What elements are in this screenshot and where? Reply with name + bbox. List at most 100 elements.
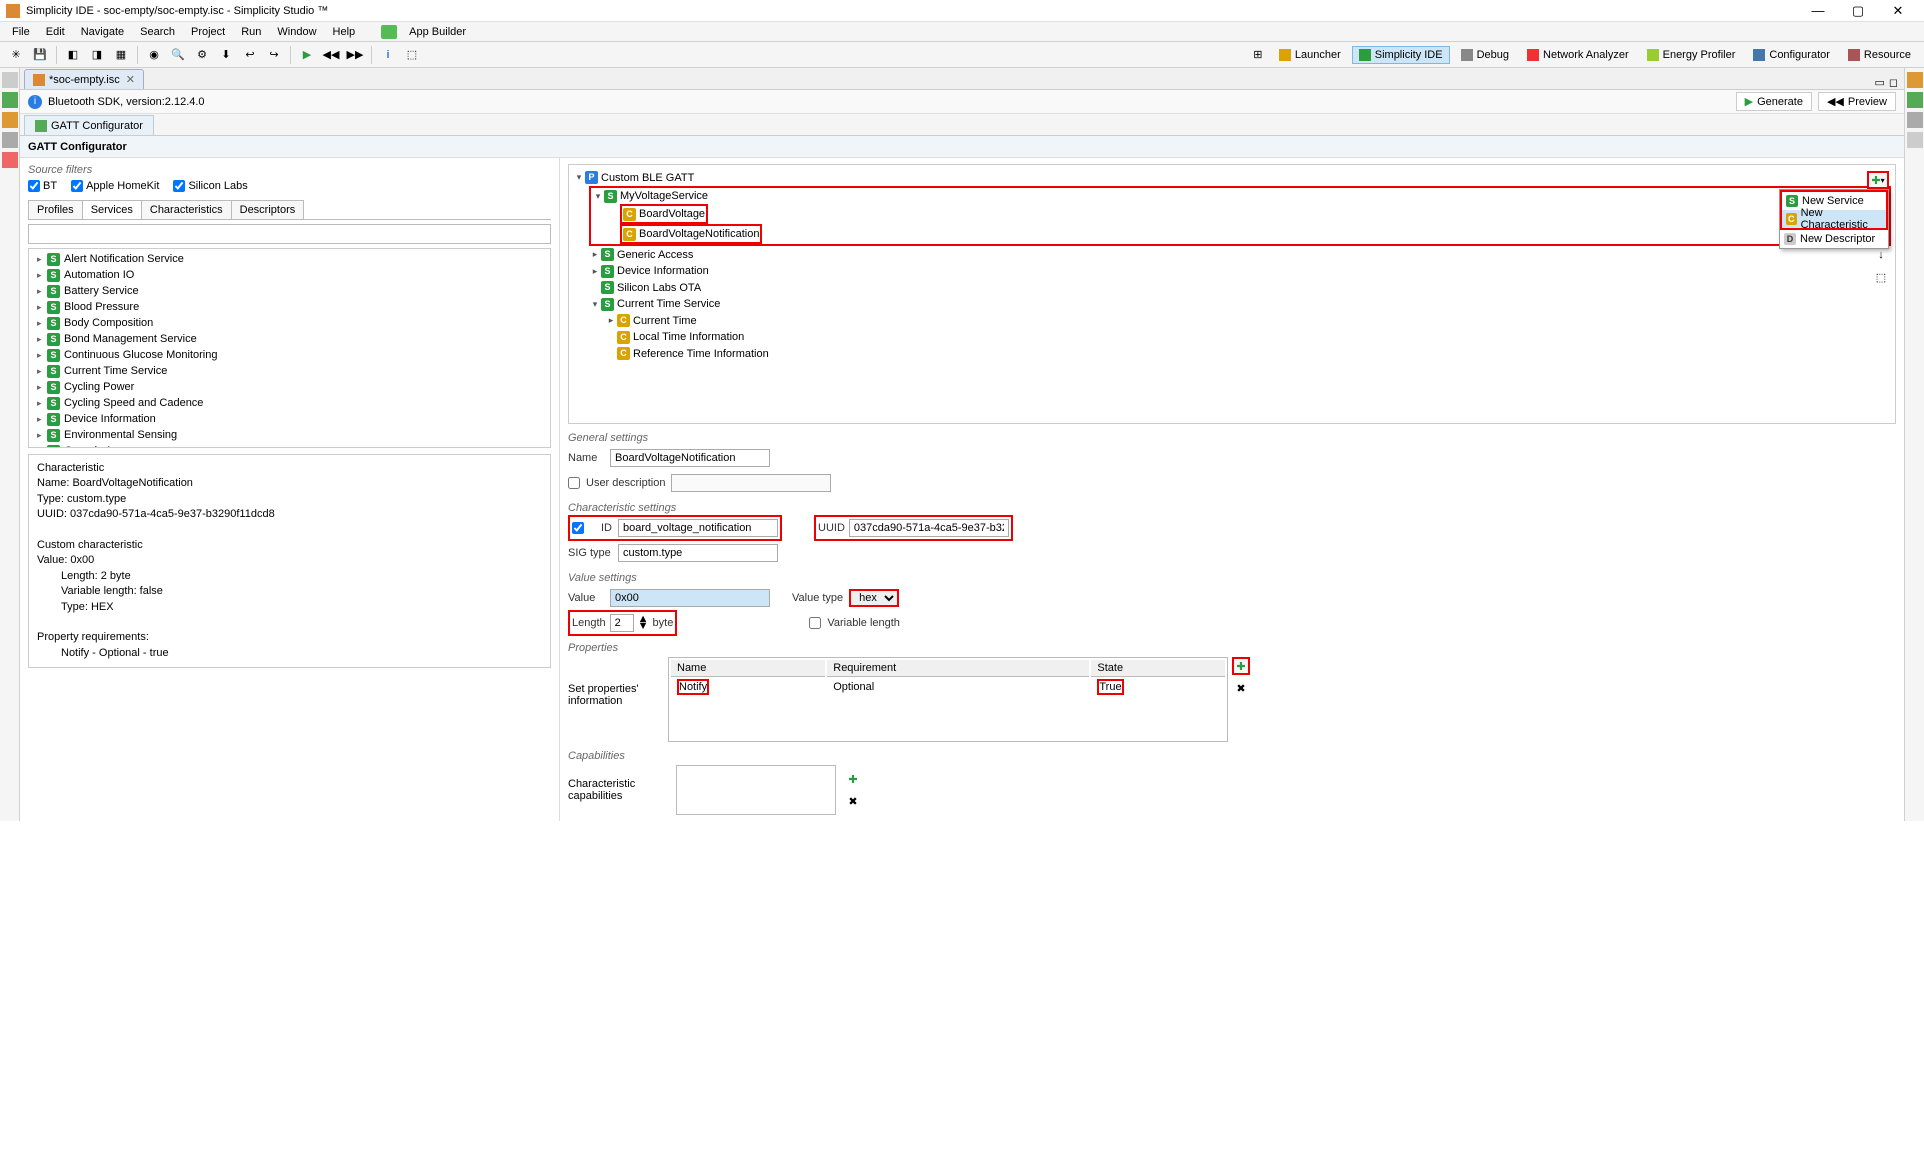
value-input[interactable] <box>610 589 770 607</box>
toolbar-btn-1[interactable]: ◧ <box>63 45 83 65</box>
toolbar-btn-5[interactable]: 🔍 <box>168 45 188 65</box>
menu-run[interactable]: Run <box>233 26 269 38</box>
new-button[interactable]: ✳ <box>6 45 26 65</box>
tree-char-rti[interactable]: CReference Time Information <box>617 346 769 362</box>
perspective-network[interactable]: Network Analyzer <box>1520 46 1636 64</box>
preview-button[interactable]: ◀◀Preview <box>1818 92 1896 111</box>
varlen-checkbox[interactable] <box>809 617 821 629</box>
info-icon[interactable]: i <box>378 45 398 65</box>
tree-svc-voltage[interactable]: SMyVoltageService <box>604 188 708 204</box>
prop-name[interactable]: Notify <box>677 679 709 695</box>
service-item[interactable]: ▸SBody Composition <box>29 315 550 331</box>
close-button[interactable]: ✕ <box>1878 0 1918 22</box>
service-item[interactable]: ▸SCycling Speed and Cadence <box>29 395 550 411</box>
service-item[interactable]: ▸SDevice Information <box>29 411 550 427</box>
menu-help[interactable]: Help <box>325 26 364 38</box>
generate-button[interactable]: ▶Generate <box>1736 92 1812 111</box>
side-icon-2[interactable] <box>2 92 18 108</box>
menu-window[interactable]: Window <box>269 26 324 38</box>
step-fwd-button[interactable]: ▶▶ <box>345 45 365 65</box>
rside-icon-2[interactable] <box>1907 92 1923 108</box>
minimize-view-icon[interactable]: ▭ <box>1874 76 1884 89</box>
rside-icon-4[interactable] <box>1907 132 1923 148</box>
menu-navigate[interactable]: Navigate <box>73 26 132 38</box>
service-item[interactable]: ▸SBlood Pressure <box>29 299 550 315</box>
toolbar-btn-10[interactable]: ⬚ <box>402 45 422 65</box>
toolbar-btn-3[interactable]: ▦ <box>111 45 131 65</box>
toolbar-btn-8[interactable]: ↩ <box>240 45 260 65</box>
tree-char-lti[interactable]: CLocal Time Information <box>617 329 744 345</box>
appbuilder-button[interactable]: App Builder <box>373 25 482 39</box>
side-icon-1[interactable] <box>2 72 18 88</box>
side-icon-3[interactable] <box>2 112 18 128</box>
maximize-button[interactable]: ▢ <box>1838 0 1878 22</box>
maximize-view-icon[interactable]: ◻ <box>1889 76 1898 89</box>
rside-icon-1[interactable] <box>1907 72 1923 88</box>
toolbar-btn-6[interactable]: ⚙ <box>192 45 212 65</box>
toolbar-btn-4[interactable]: ◉ <box>144 45 164 65</box>
side-icon-4[interactable] <box>2 132 18 148</box>
toolbar-btn-7[interactable]: ⬇ <box>216 45 236 65</box>
expand-icon[interactable]: ▾ <box>592 188 604 204</box>
tree-svc-generic-access[interactable]: SGeneric Access <box>601 247 693 263</box>
tree-svc-ota[interactable]: SSilicon Labs OTA <box>601 280 701 296</box>
perspective-debug[interactable]: Debug <box>1454 46 1516 64</box>
toolbar-btn-9[interactable]: ↪ <box>264 45 284 65</box>
capabilities-list[interactable] <box>676 765 836 815</box>
sigtype-input[interactable] <box>618 544 778 562</box>
menu-new-descriptor[interactable]: DNew Descriptor <box>1780 230 1888 248</box>
service-item[interactable]: ▸SContinuous Glucose Monitoring <box>29 347 550 363</box>
service-item[interactable]: ▸SCurrent Time Service <box>29 363 550 379</box>
userdesc-checkbox[interactable] <box>568 477 580 489</box>
perspective-launcher[interactable]: Launcher <box>1272 46 1348 64</box>
rside-icon-3[interactable] <box>1907 112 1923 128</box>
expand-icon[interactable]: ▸ <box>589 263 601 279</box>
editor-tab[interactable]: *soc-empty.isc ✕ <box>24 69 144 89</box>
tree-root[interactable]: PCustom BLE GATT <box>585 170 694 186</box>
id-checkbox[interactable] <box>572 522 584 534</box>
add-property-button[interactable]: ✚ <box>1232 657 1250 675</box>
tab-services[interactable]: Services <box>82 200 142 219</box>
tab-close-icon[interactable]: ✕ <box>126 73 135 86</box>
tree-char-voltage-notif[interactable]: CBoardVoltageNotification <box>620 224 762 244</box>
service-item[interactable]: ▸SEnvironmental Sensing <box>29 427 550 443</box>
tree-svc-current-time[interactable]: SCurrent Time Service <box>601 296 720 312</box>
import-icon[interactable]: ⬚ <box>1873 269 1889 285</box>
service-item[interactable]: ▸SBattery Service <box>29 283 550 299</box>
move-down-icon[interactable]: ↓ <box>1873 247 1889 263</box>
valuetype-select[interactable]: hex <box>849 589 899 607</box>
perspective-energy[interactable]: Energy Profiler <box>1640 46 1743 64</box>
length-input[interactable] <box>610 614 634 632</box>
uuid-input[interactable] <box>849 519 1009 537</box>
save-button[interactable]: 💾 <box>30 45 50 65</box>
service-item[interactable]: ▸SAlert Notification Service <box>29 251 550 267</box>
filter-bt[interactable]: BT <box>28 180 57 192</box>
spinner-down-icon[interactable]: ▼ <box>638 623 649 630</box>
toolbar-btn-2[interactable]: ◨ <box>87 45 107 65</box>
run-button[interactable]: ▶ <box>297 45 317 65</box>
perspective-open[interactable]: ⊞ <box>1248 45 1268 65</box>
side-icon-5[interactable] <box>2 152 18 168</box>
service-item[interactable]: ▸SBond Management Service <box>29 331 550 347</box>
tree-svc-device-info[interactable]: SDevice Information <box>601 263 709 279</box>
service-item[interactable]: ▸SCycling Power <box>29 379 550 395</box>
service-item[interactable]: ▸SAutomation IO <box>29 267 550 283</box>
expand-icon[interactable]: ▾ <box>573 169 585 185</box>
perspective-simplicity[interactable]: Simplicity IDE <box>1352 46 1450 64</box>
menu-search[interactable]: Search <box>132 26 183 38</box>
add-dropdown-button[interactable]: ✚▾ <box>1867 171 1889 189</box>
filter-silabs[interactable]: Silicon Labs <box>173 180 247 192</box>
service-item[interactable]: ▸SGeneric Access <box>29 443 550 448</box>
menu-new-characteristic[interactable]: CNew Characteristic <box>1782 210 1886 228</box>
tree-char-voltage[interactable]: CBoardVoltage <box>620 204 708 224</box>
menu-edit[interactable]: Edit <box>38 26 73 38</box>
remove-capability-button[interactable]: ✖ <box>844 792 862 810</box>
filter-homekit[interactable]: Apple HomeKit <box>71 180 159 192</box>
prop-req[interactable]: Optional <box>833 681 874 693</box>
prop-state[interactable]: True <box>1097 679 1123 695</box>
expand-icon[interactable]: ▾ <box>589 296 601 312</box>
step-back-button[interactable]: ◀◀ <box>321 45 341 65</box>
perspective-resource[interactable]: Resource <box>1841 46 1918 64</box>
tab-characteristics[interactable]: Characteristics <box>141 200 232 219</box>
perspective-configurator[interactable]: Configurator <box>1746 46 1837 64</box>
